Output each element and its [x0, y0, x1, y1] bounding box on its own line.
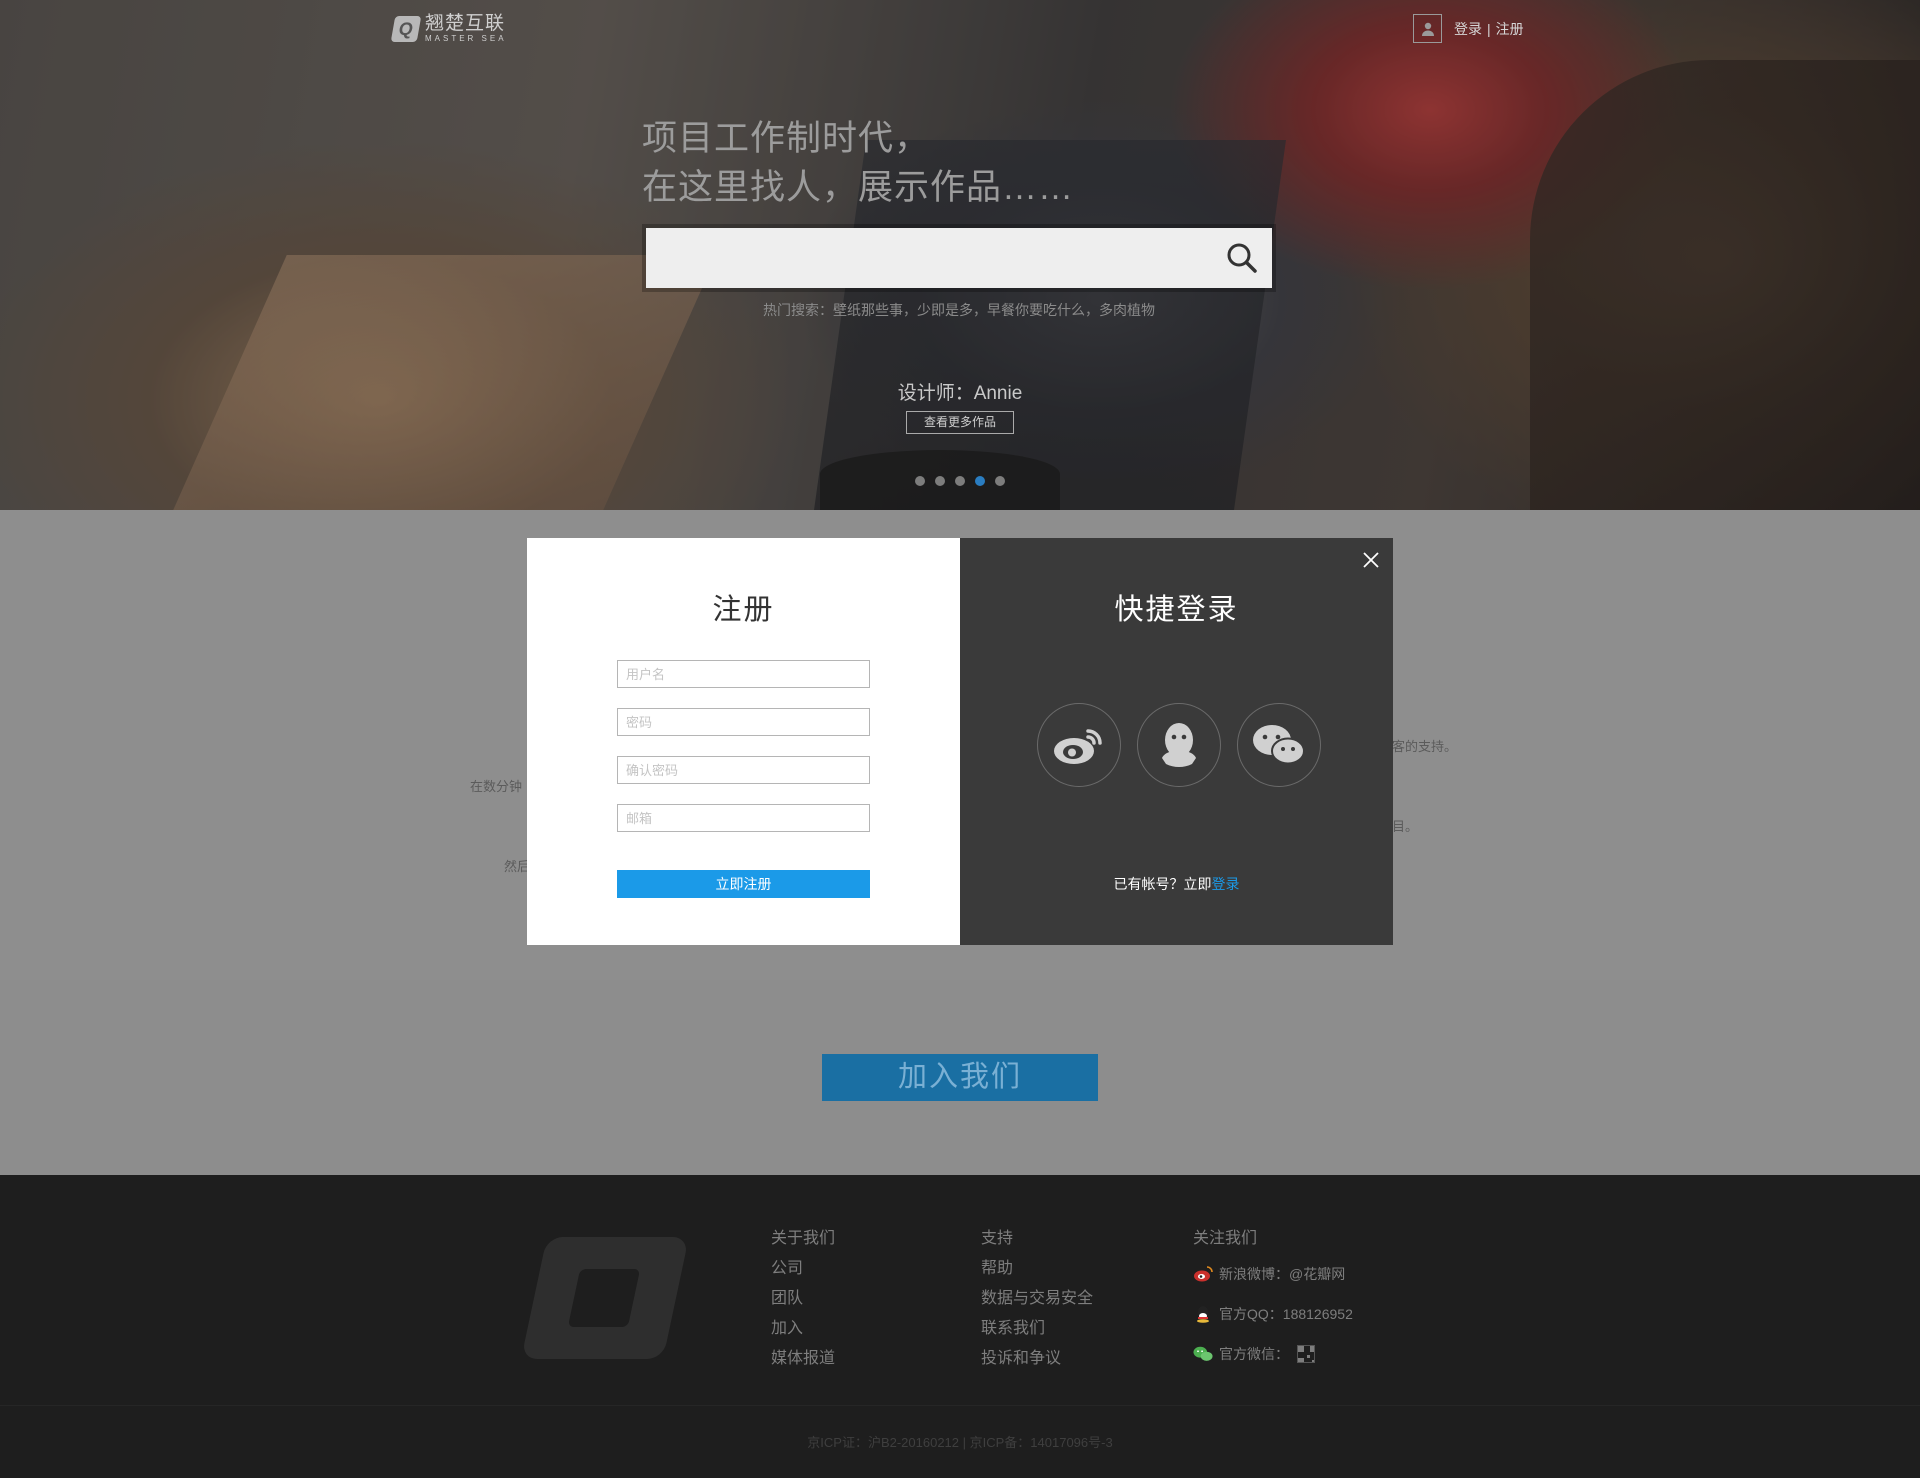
carousel-dot[interactable] [995, 476, 1005, 486]
footer-follow-title: 关注我们 [1193, 1230, 1258, 1247]
register-modal: 注册 立即注册 快捷登录 [527, 538, 1393, 945]
header-register-link[interactable]: 注册 [1496, 19, 1524, 39]
follow-weibo-text: 新浪微博：@花瓣网 [1219, 1266, 1346, 1282]
footer-about-column: 关于我们 公司 团队 加入 媒体报道 [771, 1224, 835, 1374]
header-separator: | [1487, 20, 1491, 37]
hero-title-line1: 项目工作制时代， [642, 119, 931, 158]
follow-weibo[interactable]: 新浪微博：@花瓣网 [1193, 1254, 1353, 1294]
wechat-icon [1253, 725, 1305, 765]
footer-link[interactable]: 媒体报道 [771, 1344, 835, 1374]
carousel-dot-active[interactable] [975, 476, 985, 486]
footer-about-title: 关于我们 [771, 1230, 836, 1247]
footer-link[interactable]: 加入 [771, 1314, 835, 1344]
footer-link[interactable]: 投诉和争议 [981, 1344, 1093, 1374]
carousel-dot[interactable] [915, 476, 925, 486]
follow-qq[interactable]: 官方QQ：188126952 [1193, 1294, 1353, 1334]
hero-title: 项目工作制时代， 在这里找人，展示作品…… [642, 114, 1074, 212]
footer-support-title: 支持 [981, 1230, 1014, 1247]
register-title: 注册 [712, 594, 775, 626]
search-bar [642, 224, 1276, 292]
carousel-dot[interactable] [955, 476, 965, 486]
hero-title-line2: 在这里找人，展示作品…… [642, 168, 1075, 207]
footer-link[interactable]: 公司 [771, 1254, 835, 1284]
close-icon[interactable] [1359, 548, 1383, 572]
email-field[interactable] [617, 804, 870, 832]
password-field[interactable] [617, 708, 870, 736]
feature-text-fragment: 目。 [1392, 820, 1419, 835]
page: Q 翘楚互联 MASTER SEA 登录 | 注册 项目工作制时代， 在这里找人… [0, 0, 1920, 1478]
header-login-link[interactable]: 登录 [1454, 19, 1482, 39]
footer-logo-icon [521, 1237, 689, 1359]
icp-license: 京ICP证：沪B2-20160212 | 京ICP备：14017096号-3 [807, 1435, 1113, 1450]
footer-link[interactable]: 数据与交易安全 [981, 1284, 1093, 1314]
more-works-button[interactable]: 查看更多作品 [906, 411, 1014, 434]
follow-wechat-text: 官方微信： [1219, 1346, 1289, 1362]
register-panel: 注册 立即注册 [527, 538, 960, 945]
logo-text-cn: 翘楚互联 [425, 13, 506, 34]
weibo-icon [1193, 1264, 1213, 1284]
follow-qq-text: 官方QQ：188126952 [1219, 1306, 1353, 1322]
feature-text-fragment: 在数分钟 [470, 780, 523, 795]
footer-divider [0, 1405, 1920, 1406]
qq-icon [1162, 723, 1196, 767]
confirm-password-field[interactable] [617, 756, 870, 784]
qr-code-icon[interactable] [1297, 1345, 1315, 1363]
follow-wechat[interactable]: 官方微信： [1193, 1334, 1353, 1374]
quick-login-panel: 快捷登录 已有帐号？立即登录 [960, 538, 1393, 945]
weibo-icon [1054, 729, 1102, 764]
logo-text-en: MASTER SEA [425, 34, 507, 43]
join-us-button[interactable]: 加入我们 [822, 1054, 1098, 1101]
have-account-text: 已有帐号？立即登录 [1113, 876, 1240, 892]
weibo-login-button[interactable] [1037, 703, 1121, 787]
feature-text-fragment: 客的支持。 [1392, 740, 1458, 755]
username-field[interactable] [617, 660, 870, 688]
qq-icon [1193, 1304, 1213, 1324]
search-input[interactable] [646, 228, 1212, 288]
footer-follow-column: 关注我们 新浪微博：@花瓣网 官方QQ：188126952 官方微信： [1193, 1224, 1353, 1374]
designer-name: 设计师：Annie [897, 383, 1023, 404]
quick-login-title: 快捷登录 [1114, 594, 1239, 626]
footer-link[interactable]: 团队 [771, 1284, 835, 1314]
user-area: 登录 | 注册 [1413, 14, 1524, 43]
hero-banner: Q 翘楚互联 MASTER SEA 登录 | 注册 项目工作制时代， 在这里找人… [0, 0, 1920, 510]
carousel-dot[interactable] [935, 476, 945, 486]
search-icon[interactable] [1212, 228, 1272, 288]
footer-link[interactable]: 联系我们 [981, 1314, 1093, 1344]
hot-search: 热门搜索：壁纸那些事，少即是多，早餐你要吃什么，多肉植物 [763, 302, 1155, 318]
wechat-icon [1193, 1344, 1213, 1364]
logo-icon: Q [390, 15, 422, 42]
qq-login-button[interactable] [1137, 703, 1221, 787]
wechat-login-button[interactable] [1237, 703, 1321, 787]
carousel-dots [915, 476, 1005, 486]
register-button[interactable]: 立即注册 [617, 870, 870, 898]
footer-support-column: 支持 帮助 数据与交易安全 联系我们 投诉和争议 [981, 1224, 1093, 1374]
social-login-buttons [1037, 703, 1321, 787]
site-logo[interactable]: Q 翘楚互联 MASTER SEA [390, 13, 507, 43]
user-icon[interactable] [1413, 14, 1442, 43]
modal-login-link[interactable]: 登录 [1212, 876, 1240, 892]
footer-link[interactable]: 帮助 [981, 1254, 1093, 1284]
